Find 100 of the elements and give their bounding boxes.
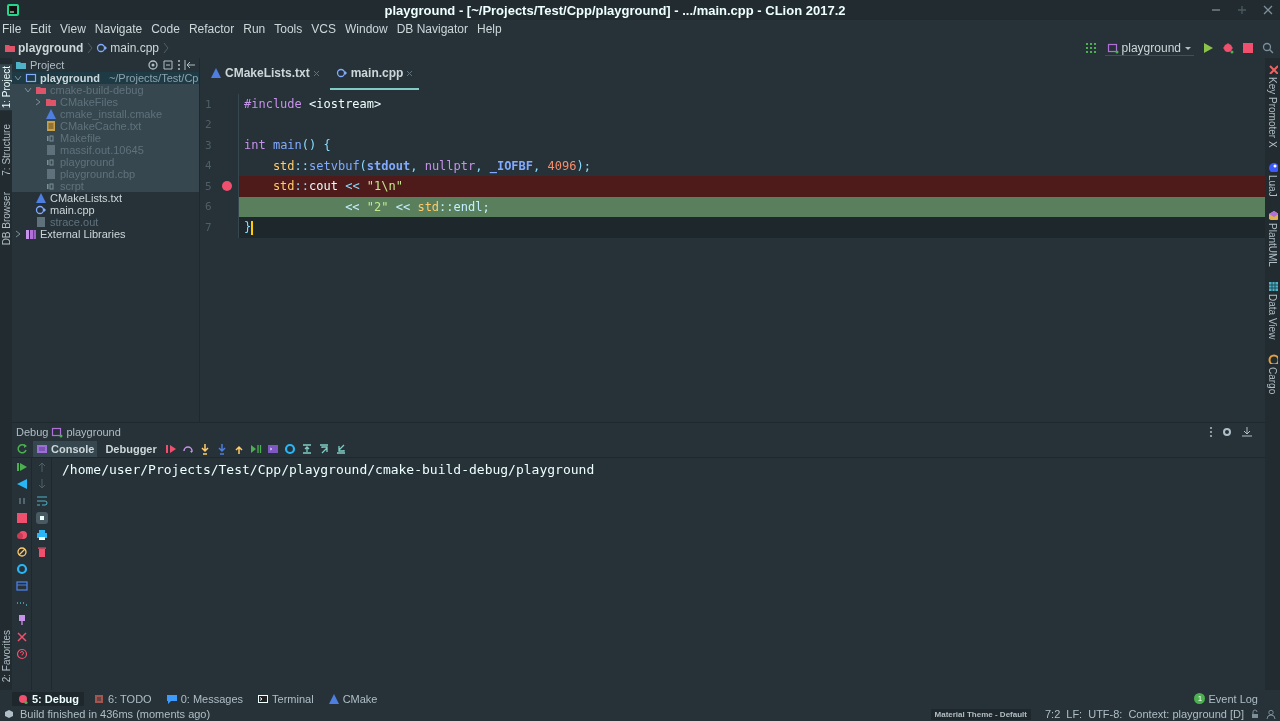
view-breakpoints-icon[interactable] [15,529,28,541]
close-icon[interactable] [15,631,28,643]
folder-icon [45,96,57,108]
panel-tab[interactable]: Console [33,440,98,457]
tool-window-tab[interactable]: Data View [1267,281,1278,340]
bug-icon [17,692,29,705]
menu-item[interactable]: Navigate [94,22,143,36]
menu-item[interactable]: VCS [311,22,336,36]
collapse-all-icon[interactable] [162,59,174,71]
restore-layout-icon[interactable] [300,442,313,455]
jump-to-bottom-icon[interactable] [334,442,347,455]
force-step-into-icon[interactable] [215,442,228,455]
tree-item[interactable]: CMakeLists.txt [12,192,199,204]
jump-to-top-icon[interactable] [317,442,330,455]
menu-item[interactable]: Help [477,22,502,36]
theme-indicator[interactable]: Material Theme - Default [930,708,1031,720]
tool-window-tab[interactable]: 5: Debug [12,691,85,706]
menu-item[interactable]: Run [243,22,266,36]
breakpoint-marker[interactable] [222,181,232,192]
code-line: int main() { [244,138,331,153]
print-icon[interactable] [35,529,48,541]
triangle-icon [210,67,222,79]
menu-item[interactable]: File [2,22,22,36]
hide-panel-icon[interactable] [184,59,196,71]
run-icon[interactable] [1202,42,1214,54]
stop-icon[interactable] [1242,42,1254,54]
speech-bubble-icon [165,692,178,705]
tool-window-tab[interactable]: Cargo [1267,353,1278,394]
cpp-file-icon [335,67,348,79]
run-config-dropdown[interactable]: playground [1104,40,1194,56]
triangle-icon [327,692,340,705]
menu-item[interactable]: Refactor [188,22,235,36]
menu-item[interactable]: Edit [30,22,52,36]
soft-wrap-icon[interactable] [35,495,48,507]
menu-item[interactable]: Window [344,22,388,36]
ring-icon[interactable] [283,442,296,455]
hide-panel-icon[interactable] [1241,425,1253,438]
tool-window-tab[interactable]: 2: Favorites [0,627,12,684]
more-icon[interactable] [1209,425,1213,438]
tool-window-tab[interactable]: Terminal [252,691,319,706]
close-icon[interactable] [1262,4,1274,16]
tree-item[interactable]: External Libraries [12,228,199,240]
target-icon[interactable] [147,59,159,71]
window-icon [1106,41,1119,54]
lock-icon[interactable] [1250,709,1260,719]
scroll-to-end-icon[interactable] [35,512,48,524]
editor-tab[interactable]: CMakeLists.txt [204,58,326,90]
layout-icon[interactable] [15,580,28,592]
close-icon [312,69,320,77]
editor-tab[interactable]: main.cpp [329,58,420,90]
event-log-button[interactable]: 1 Event Log [1188,691,1268,706]
search-icon[interactable] [1262,42,1274,54]
ring-icon[interactable] [15,563,28,575]
step-into-icon[interactable] [198,442,211,455]
tool-window-tab[interactable]: CMake [322,691,383,706]
tree-item[interactable]: playground ~/Projects/Test/Cp [12,72,199,84]
user-icon[interactable] [1266,709,1276,719]
tool-window-tab[interactable]: Key Promoter X [1267,64,1278,148]
code-line: } [244,220,254,235]
tool-window-tab[interactable]: 0: Messages [160,691,249,706]
binary-file-icon [45,132,57,144]
grid-icon[interactable] [1084,42,1097,54]
evaluate-icon[interactable] [266,442,279,455]
status-item[interactable]: 7:2 [1045,708,1061,720]
breadcrumb-item[interactable]: playground [18,41,84,55]
show-execution-point-icon[interactable] [164,442,177,455]
breadcrumb-item[interactable]: main.cpp [110,41,160,55]
resume-icon[interactable] [15,461,28,473]
document-icon [45,120,57,132]
tool-window-tab[interactable]: DB Browser [0,189,12,248]
menu-item[interactable]: Tools [274,22,303,36]
binary-file-icon [45,180,57,192]
menu-item[interactable]: View [60,22,86,36]
binary-file-icon [45,156,57,168]
rerun-icon[interactable] [16,442,28,455]
tool-window-tab[interactable]: 7: Structure [0,122,12,178]
more-icon[interactable] [177,59,181,71]
cpp-file-icon [35,204,47,216]
mute-breakpoints-icon[interactable] [15,546,28,558]
run-to-cursor-icon[interactable] [249,442,262,455]
step-back-icon[interactable] [15,478,28,490]
tool-window-tab[interactable]: 6: TODO [88,691,157,706]
build-icon [4,709,14,719]
tree-item[interactable]: main.cpp [12,204,199,216]
status-item[interactable]: Context: playground [D] [1128,708,1244,720]
tool-window-tab[interactable]: LuaJ [1267,161,1278,197]
triangle-icon [35,192,47,204]
tool-window-tab[interactable]: PlantUML [1267,210,1278,268]
menu-item[interactable]: DB Navigator [396,22,469,36]
status-item[interactable]: UTF-8: [1088,708,1123,720]
tool-window-tab[interactable]: 1: Project [0,64,12,111]
debug-icon[interactable] [1222,42,1234,54]
chevron-icon [162,42,170,54]
help-icon[interactable] [15,648,28,660]
trash-icon[interactable] [35,546,48,558]
panel-tab[interactable]: Debugger [102,440,160,457]
stop-icon[interactable] [15,512,28,524]
debug-session-name: playground [66,425,121,438]
menu-item[interactable]: Code [151,22,180,36]
status-item[interactable]: LF: [1066,708,1083,720]
